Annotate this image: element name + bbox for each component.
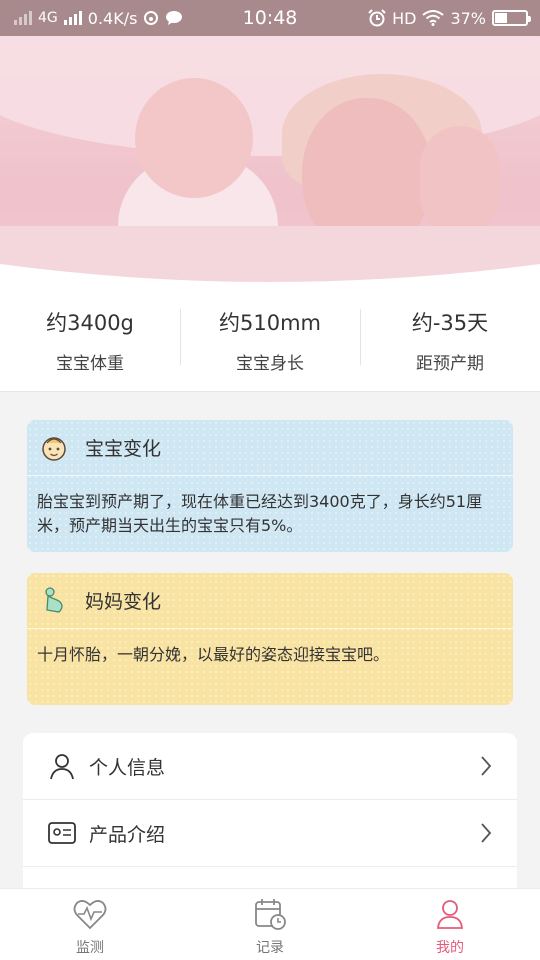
stat-value: 约-35天 bbox=[411, 311, 489, 335]
menu-item-label: 个人信息 bbox=[89, 756, 166, 779]
wifi-icon bbox=[422, 10, 445, 26]
weibo-icon bbox=[144, 11, 159, 25]
battery-percent: 37% bbox=[450, 8, 486, 28]
pregnant-mother-icon bbox=[45, 586, 63, 613]
alarm-icon bbox=[368, 9, 386, 27]
status-bar: 4G 0.4K/s 10:48 HD 37% bbox=[0, 0, 540, 36]
profile-icon bbox=[437, 900, 463, 929]
stat-days-to-due: 约-35天 距预产期 bbox=[360, 307, 540, 374]
signal-sim1-icon bbox=[14, 11, 32, 25]
stat-baby-length: 约510mm 宝宝身长 bbox=[180, 307, 360, 374]
card-header: 妈妈变化 bbox=[27, 573, 513, 629]
stat-baby-weight: 约3400g 宝宝体重 bbox=[0, 307, 180, 374]
status-right: HD 37% bbox=[368, 8, 531, 28]
stat-label: 宝宝身长 bbox=[236, 354, 304, 374]
hero-mother-hand bbox=[420, 126, 500, 236]
menu-item-personal-info[interactable]: 个人信息 bbox=[23, 733, 517, 800]
signal-sim2-icon bbox=[63, 11, 82, 25]
tab-mine[interactable]: 我的 bbox=[360, 889, 540, 960]
chevron-right-icon bbox=[481, 756, 492, 776]
stat-label: 距预产期 bbox=[416, 354, 484, 374]
pregnancy-stats: 约3400g 宝宝体重 约510mm 宝宝身长 约-35天 距预产期 bbox=[0, 290, 540, 392]
menu-item-product-intro[interactable]: 产品介绍 bbox=[23, 800, 517, 867]
bottom-tab-bar: 监测 记录 我的 bbox=[0, 888, 540, 960]
battery-icon bbox=[492, 10, 531, 26]
heart-monitor-icon bbox=[73, 900, 107, 930]
card-title: 妈妈变化 bbox=[85, 591, 162, 613]
card-title: 宝宝变化 bbox=[85, 438, 162, 460]
calendar-clock-icon bbox=[255, 899, 286, 930]
hero-baby-face bbox=[135, 78, 253, 198]
tab-monitor[interactable]: 监测 bbox=[0, 889, 180, 960]
network-type: 4G bbox=[38, 10, 58, 26]
card-header: 宝宝变化 bbox=[27, 420, 513, 476]
stat-label: 宝宝体重 bbox=[56, 354, 124, 374]
tab-records[interactable]: 记录 bbox=[180, 889, 360, 960]
hero-banner-image bbox=[0, 36, 540, 290]
baby-change-card: 宝宝变化 胎宝宝到预产期了，现在体重已经达到3400克了，身长约51厘米，预产期… bbox=[27, 420, 513, 552]
hero-wave-divider bbox=[0, 264, 540, 290]
person-icon bbox=[50, 754, 74, 780]
mom-change-card: 妈妈变化 十月怀胎，一朝分娩，以最好的姿态迎接宝宝吧。 bbox=[27, 573, 513, 705]
network-speed: 0.4K/s bbox=[87, 8, 138, 28]
id-card-icon bbox=[48, 822, 76, 844]
chat-bubble-icon bbox=[166, 11, 183, 25]
tab-label: 监测 bbox=[76, 940, 104, 956]
card-text: 十月怀胎，一朝分娩，以最好的姿态迎接宝宝吧。 bbox=[37, 645, 390, 664]
hd-indicator: HD bbox=[392, 8, 417, 28]
card-text: 胎宝宝到预产期了，现在体重已经达到3400克了，身长约51厘米，预产期当天出生的… bbox=[37, 492, 483, 535]
settings-menu: 个人信息 产品介绍 bbox=[23, 733, 517, 893]
chevron-right-icon bbox=[481, 823, 492, 843]
status-left: 4G 0.4K/s bbox=[14, 9, 183, 28]
tab-label: 我的 bbox=[436, 940, 464, 956]
stat-value: 约510mm bbox=[219, 311, 321, 335]
menu-item-label: 产品介绍 bbox=[89, 823, 166, 846]
tab-label: 记录 bbox=[256, 940, 284, 956]
stat-value: 约3400g bbox=[46, 311, 134, 335]
baby-face-icon bbox=[42, 436, 66, 461]
